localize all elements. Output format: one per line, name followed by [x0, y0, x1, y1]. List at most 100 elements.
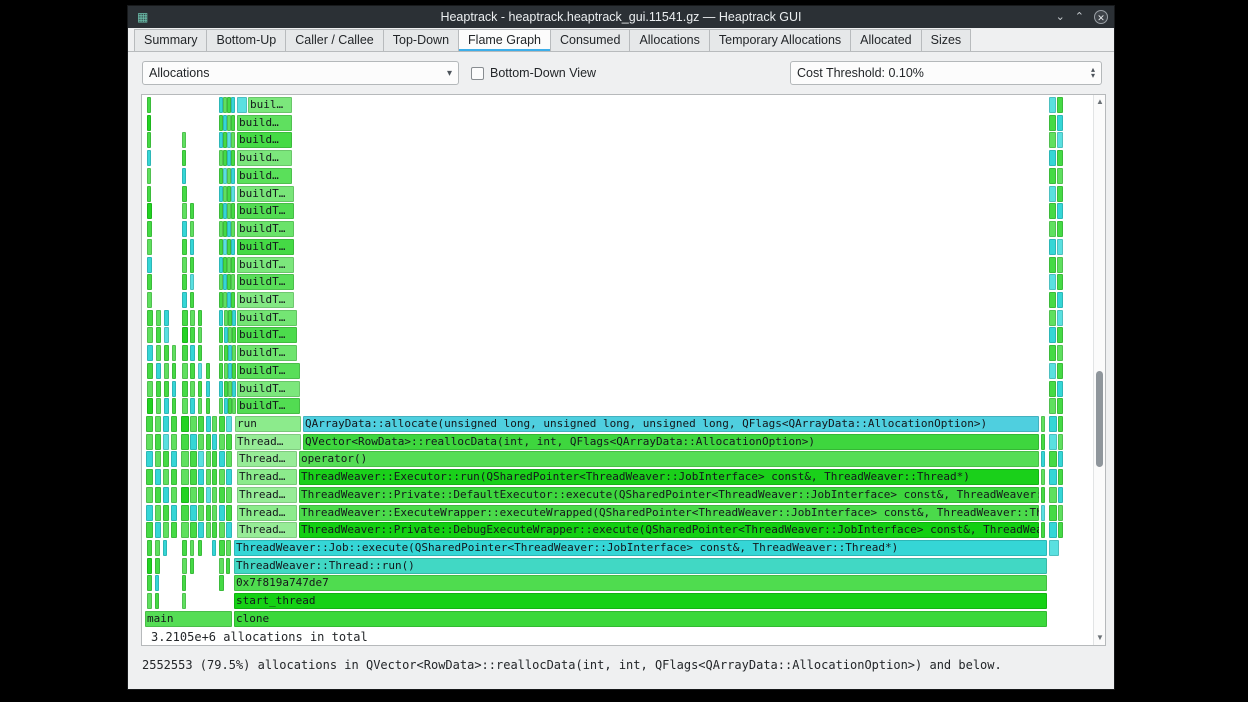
flame-bar[interactable]: [164, 345, 169, 362]
flame-bar[interactable]: [182, 238, 187, 255]
flame-bar[interactable]: [190, 522, 197, 539]
flame-bar[interactable]: buildT…: [237, 274, 294, 291]
flame-bar[interactable]: [1049, 416, 1057, 432]
flame-bar[interactable]: [146, 486, 153, 503]
flame-bar[interactable]: [226, 486, 232, 503]
flame-bar[interactable]: operator(): [299, 451, 1039, 468]
flame-bar[interactable]: [212, 522, 217, 539]
flame-bar[interactable]: [171, 486, 177, 503]
flame-bar[interactable]: [1049, 167, 1056, 184]
flame-bar[interactable]: [1057, 291, 1063, 308]
flame-bar[interactable]: [198, 486, 204, 503]
bottom-down-checkbox[interactable]: [471, 66, 484, 80]
flame-bar[interactable]: [1058, 433, 1063, 450]
flame-bar[interactable]: [181, 433, 189, 450]
tab-caller-callee[interactable]: Caller / Callee: [285, 29, 384, 51]
flame-bar[interactable]: [1049, 469, 1057, 486]
flame-bar[interactable]: [182, 593, 186, 610]
flame-bar[interactable]: [147, 557, 152, 574]
flame-bar[interactable]: [219, 557, 224, 574]
minimize-button[interactable]: ⌄: [1056, 6, 1065, 28]
flame-bar[interactable]: [147, 150, 151, 167]
tab-flame-graph[interactable]: Flame Graph: [458, 29, 551, 51]
flame-bar[interactable]: [163, 540, 167, 556]
flame-bar[interactable]: [182, 256, 187, 273]
flame-bar[interactable]: [190, 469, 197, 486]
tab-allocations[interactable]: Allocations: [629, 29, 710, 51]
flame-bar[interactable]: [1057, 309, 1063, 326]
flame-bar[interactable]: [164, 398, 169, 415]
flame-bar[interactable]: [190, 398, 195, 415]
flame-bar[interactable]: [231, 114, 235, 131]
flame-bar[interactable]: [219, 309, 223, 326]
titlebar[interactable]: ▦ Heaptrack - heaptrack.heaptrack_gui.11…: [128, 6, 1114, 28]
flame-bar[interactable]: [147, 203, 152, 220]
flame-bar[interactable]: [212, 469, 217, 486]
flame-bar[interactable]: [190, 274, 194, 291]
flame-bar[interactable]: [232, 398, 236, 415]
flame-bar[interactable]: [1049, 274, 1056, 291]
flame-bar[interactable]: [190, 504, 197, 521]
flame-bar[interactable]: [164, 380, 169, 397]
flame-bar[interactable]: [155, 557, 160, 574]
flame-bar[interactable]: [232, 362, 236, 379]
flame-bar[interactable]: [190, 291, 194, 308]
flame-bar[interactable]: run: [235, 416, 301, 432]
flame-bar[interactable]: [1058, 469, 1063, 486]
flame-bar[interactable]: clone: [234, 610, 1047, 627]
flame-bar[interactable]: [146, 469, 153, 486]
flame-bar[interactable]: [172, 398, 176, 415]
flame-bar[interactable]: build…: [237, 150, 292, 167]
flame-bar[interactable]: [232, 327, 236, 344]
flame-bar[interactable]: [190, 345, 195, 362]
flame-bar[interactable]: [198, 433, 204, 450]
flame-bar[interactable]: [172, 362, 176, 379]
tab-allocated[interactable]: Allocated: [850, 29, 922, 51]
cost-threshold-spinbox[interactable]: Cost Threshold: 0.10% ▴ ▾: [790, 61, 1102, 85]
flame-bar[interactable]: [181, 451, 189, 468]
flame-bar[interactable]: [182, 132, 186, 149]
flame-bar[interactable]: [147, 167, 151, 184]
flame-bar[interactable]: ThreadWeaver::ExecuteWrapper::executeWra…: [299, 504, 1039, 521]
flame-bar[interactable]: buildT…: [237, 256, 294, 273]
flame-bar[interactable]: [190, 221, 194, 237]
flame-bar[interactable]: [1049, 221, 1056, 237]
flame-bar[interactable]: [182, 557, 187, 574]
flame-bar[interactable]: [231, 97, 235, 113]
flame-bar[interactable]: [146, 504, 153, 521]
flame-bar[interactable]: Thread…: [237, 522, 297, 539]
flame-bar[interactable]: [163, 416, 169, 432]
flame-bar[interactable]: [182, 309, 188, 326]
flame-bar[interactable]: [147, 256, 152, 273]
flame-bar[interactable]: [155, 433, 161, 450]
flame-bar[interactable]: [1049, 345, 1056, 362]
tab-temporary-allocations[interactable]: Temporary Allocations: [708, 29, 852, 51]
flame-bar[interactable]: [1058, 522, 1063, 539]
flame-bar[interactable]: [155, 540, 160, 556]
flame-bar[interactable]: [231, 150, 235, 167]
flame-bar[interactable]: [231, 203, 235, 220]
flame-bar[interactable]: [231, 238, 235, 255]
flame-bar[interactable]: [198, 327, 202, 344]
flame-bar[interactable]: [155, 469, 161, 486]
flame-bar[interactable]: [156, 345, 161, 362]
flame-bar[interactable]: [190, 416, 197, 432]
flame-bar[interactable]: [1041, 433, 1045, 450]
flame-bar[interactable]: [155, 593, 159, 610]
flame-bar[interactable]: [1049, 185, 1056, 202]
flame-bar[interactable]: [190, 309, 195, 326]
flame-bar[interactable]: [1057, 380, 1063, 397]
flame-bar[interactable]: [146, 416, 153, 432]
flame-bar[interactable]: [226, 433, 232, 450]
flame-bar[interactable]: [1049, 362, 1056, 379]
flame-bar[interactable]: [147, 398, 153, 415]
flame-bar[interactable]: [1049, 132, 1056, 149]
flame-bar[interactable]: [172, 380, 176, 397]
tab-bottom-up[interactable]: Bottom-Up: [206, 29, 287, 51]
flame-bar[interactable]: [1049, 150, 1056, 167]
flame-bar[interactable]: [156, 309, 161, 326]
flame-bar[interactable]: [212, 451, 217, 468]
flame-bar[interactable]: [1057, 132, 1063, 149]
flame-bar[interactable]: [232, 309, 236, 326]
flame-bar[interactable]: [155, 486, 161, 503]
